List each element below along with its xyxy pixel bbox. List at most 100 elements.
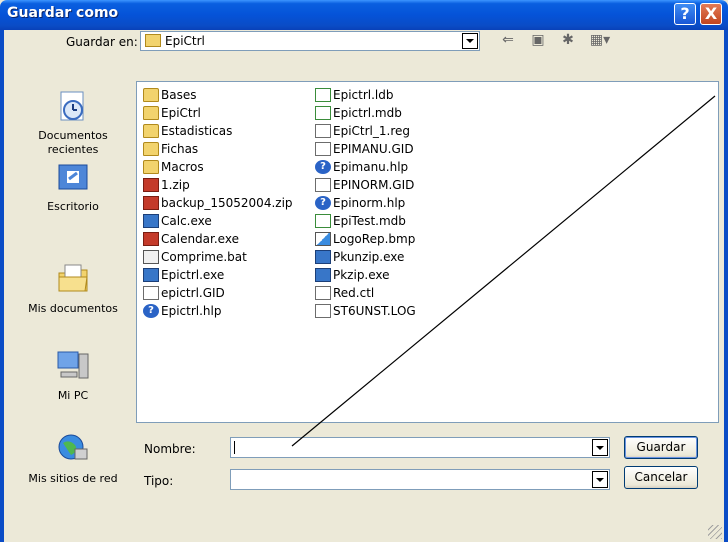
file-type-chevron[interactable]	[589, 470, 609, 489]
document-icon	[143, 285, 159, 300]
application-icon	[315, 249, 331, 264]
file-name: Epictrl.ldb	[333, 87, 394, 102]
save-in-label: Guardar en:	[66, 35, 138, 49]
file-name: Red.ctl	[333, 285, 375, 300]
list-item[interactable]: Epictrl.ldb	[315, 86, 394, 103]
chevron-down-icon[interactable]	[592, 471, 608, 488]
list-item[interactable]: Calc.exe	[143, 212, 212, 229]
bitmap-icon	[315, 231, 331, 246]
name-label: Nombre:	[144, 442, 196, 456]
file-name: Epimanu.hlp	[333, 159, 409, 174]
list-item[interactable]: EpiTest.mdb	[315, 212, 406, 229]
help-button[interactable]: ?	[674, 3, 696, 25]
network-places-icon	[58, 434, 88, 460]
file-name: Epictrl.exe	[161, 267, 225, 282]
cancel-button[interactable]: Cancelar	[624, 466, 698, 489]
save-button[interactable]: Guardar	[624, 436, 698, 459]
file-name: epictrl.GID	[161, 285, 225, 300]
list-item[interactable]: EPINORM.GID	[315, 176, 414, 193]
chevron-down-icon[interactable]	[462, 33, 478, 49]
zip-icon	[143, 195, 159, 210]
folder-icon	[145, 34, 161, 47]
file-name-dropdown[interactable]	[589, 438, 609, 457]
list-item[interactable]: LogoRep.bmp	[315, 230, 415, 247]
list-item[interactable]: EPIMANU.GID	[315, 140, 414, 157]
list-item[interactable]: Estadisticas	[143, 122, 232, 139]
list-item[interactable]: 1.zip	[143, 176, 190, 193]
place-my-documents[interactable]: Mis documentos	[14, 261, 132, 316]
list-item[interactable]: Fichas	[143, 140, 198, 157]
help-file-icon: ?	[315, 159, 331, 174]
file-name: EpiTest.mdb	[333, 213, 406, 228]
file-name: Epictrl.mdb	[333, 105, 402, 120]
file-name: Calc.exe	[161, 213, 212, 228]
list-item[interactable]: Comprime.bat	[143, 248, 247, 265]
list-item[interactable]: backup_15052004.zip	[143, 194, 293, 211]
help-file-icon: ?	[315, 195, 331, 210]
file-name: Pkunzip.exe	[333, 249, 405, 264]
new-folder-icon[interactable]: ✱	[558, 31, 578, 49]
file-name: Epinorm.hlp	[333, 195, 406, 210]
list-item[interactable]: ? Epimanu.hlp	[315, 158, 408, 175]
calendar-icon	[143, 231, 159, 246]
list-item[interactable]: Bases	[143, 86, 196, 103]
file-type-dropdown[interactable]	[230, 469, 610, 490]
place-label: Mis sitios de red	[28, 472, 118, 485]
list-item[interactable]: Epictrl.mdb	[315, 104, 402, 121]
document-icon	[315, 141, 331, 156]
folder-icon	[143, 159, 159, 174]
folder-icon	[143, 123, 159, 138]
file-name: EpiCtrl	[161, 105, 201, 120]
file-name: Fichas	[161, 141, 199, 156]
place-label: Mis documentos	[28, 302, 118, 315]
list-item[interactable]: Macros	[143, 158, 204, 175]
list-item[interactable]: Red.ctl	[315, 284, 374, 301]
place-label: Escritorio	[47, 200, 99, 213]
list-item[interactable]: ? Epictrl.hlp	[143, 302, 221, 319]
window-title: Guardar como	[7, 5, 119, 21]
file-name: 1.zip	[161, 177, 190, 192]
list-item[interactable]: EpiCtrl_1.reg	[315, 122, 410, 139]
folder-icon	[143, 105, 159, 120]
recent-documents-icon	[60, 91, 84, 121]
place-my-computer[interactable]: Mi PC	[14, 348, 132, 403]
list-item[interactable]: Pkzip.exe	[315, 266, 390, 283]
place-recent-documents[interactable]: Documentos recientes	[14, 88, 132, 157]
back-icon[interactable]: ⇐	[498, 31, 518, 49]
application-icon	[315, 267, 331, 282]
file-name: EpiCtrl_1.reg	[333, 123, 411, 138]
help-file-icon: ?	[143, 303, 159, 318]
text-cursor	[234, 441, 235, 454]
database-icon	[315, 105, 331, 120]
file-name: Calendar.exe	[161, 231, 239, 246]
resize-grip[interactable]	[708, 525, 722, 539]
place-desktop[interactable]: Escritorio	[14, 159, 132, 214]
file-name: ST6UNST.LOG	[333, 303, 416, 318]
file-name-field[interactable]	[230, 437, 610, 458]
list-item[interactable]: ? Epinorm.hlp	[315, 194, 405, 211]
chevron-down-icon[interactable]	[592, 439, 608, 456]
view-menu-icon[interactable]: ▦▾	[586, 31, 614, 49]
list-item[interactable]: EpiCtrl	[143, 104, 201, 121]
file-name: Estadisticas	[161, 123, 233, 138]
zip-icon	[143, 177, 159, 192]
title-bar[interactable]: Guardar como ? X	[0, 0, 728, 30]
list-item[interactable]: Pkunzip.exe	[315, 248, 404, 265]
list-item[interactable]: epictrl.GID	[143, 284, 225, 301]
save-in-value: EpiCtrl	[165, 34, 205, 48]
file-name: EPIMANU.GID	[333, 141, 414, 156]
close-button[interactable]: X	[700, 3, 722, 25]
application-icon	[143, 267, 159, 282]
text-file-icon	[315, 303, 331, 318]
database-icon	[315, 213, 331, 228]
list-item[interactable]: Epictrl.exe	[143, 266, 224, 283]
file-list[interactable]: Bases EpiCtrl Estadisticas Fichas Macros…	[136, 81, 719, 423]
file-name: Macros	[161, 159, 204, 174]
list-item[interactable]: Calendar.exe	[143, 230, 239, 247]
database-icon	[315, 87, 331, 102]
list-item[interactable]: ST6UNST.LOG	[315, 302, 416, 319]
save-in-dropdown[interactable]: EpiCtrl	[140, 31, 480, 51]
window-frame-right	[724, 30, 728, 542]
place-network[interactable]: Mis sitios de red	[14, 431, 132, 486]
up-folder-icon[interactable]: ▣	[528, 31, 548, 49]
